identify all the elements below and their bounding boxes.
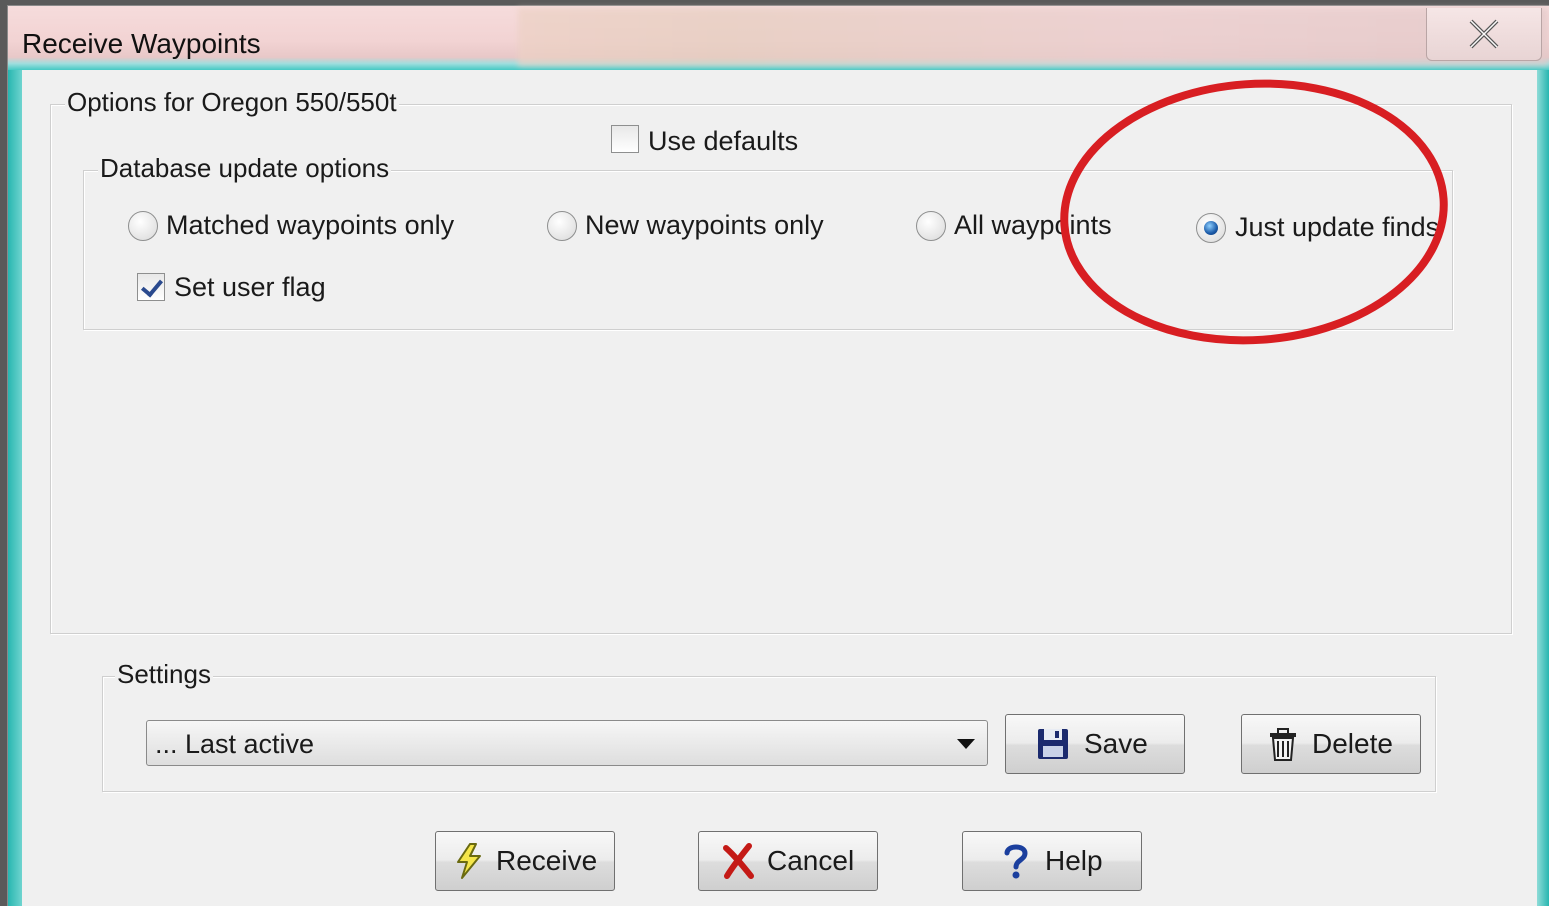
delete-button[interactable]: Delete xyxy=(1241,714,1421,774)
cancel-button-label: Cancel xyxy=(767,845,855,876)
options-group-label: Options for Oregon 550/550t xyxy=(65,87,399,118)
dialog-client-area: Options for Oregon 550/550t Use defaults… xyxy=(22,70,1537,906)
receive-waypoints-window: Receive Waypoints Options for Oregon 550… xyxy=(8,6,1549,906)
close-button[interactable] xyxy=(1426,8,1542,61)
database-update-group: Database update options xyxy=(83,153,1453,330)
save-button[interactable]: Save xyxy=(1005,714,1185,774)
window-title: Receive Waypoints xyxy=(22,28,261,59)
radio-matched-waypoints-label[interactable]: Matched waypoints only xyxy=(166,210,454,241)
set-user-flag-label[interactable]: Set user flag xyxy=(174,272,326,303)
red-x-icon xyxy=(723,843,754,879)
radio-just-update-finds-label[interactable]: Just update finds xyxy=(1235,212,1439,243)
use-defaults-checkbox[interactable] xyxy=(611,125,639,153)
floppy-disk-icon xyxy=(1038,729,1068,759)
settings-select[interactable]: ... Last active xyxy=(146,720,988,766)
database-update-group-label: Database update options xyxy=(98,153,392,184)
trash-can-icon xyxy=(1270,728,1296,761)
window-frame-right xyxy=(1537,70,1549,906)
window-frame-left xyxy=(8,70,22,906)
settings-group-label: Settings xyxy=(115,659,213,690)
radio-all-waypoints[interactable] xyxy=(916,211,946,241)
question-mark-icon xyxy=(1004,844,1028,879)
background-blur xyxy=(518,8,1548,66)
close-icon xyxy=(1469,19,1499,49)
chevron-down-icon[interactable] xyxy=(957,739,975,749)
lightning-icon xyxy=(457,843,481,879)
cancel-button[interactable]: Cancel xyxy=(698,831,878,891)
settings-select-value: ... Last active xyxy=(155,729,315,759)
help-button[interactable]: Help xyxy=(962,831,1142,891)
radio-all-waypoints-label[interactable]: All waypoints xyxy=(954,210,1112,241)
help-button-label: Help xyxy=(1045,845,1103,876)
radio-matched-waypoints[interactable] xyxy=(128,211,158,241)
set-user-flag-checkbox[interactable] xyxy=(137,273,165,301)
receive-button[interactable]: Receive xyxy=(435,831,615,891)
title-bar[interactable]: Receive Waypoints xyxy=(8,6,1549,70)
receive-button-label: Receive xyxy=(496,845,598,876)
radio-just-update-finds[interactable] xyxy=(1196,213,1226,243)
save-button-label: Save xyxy=(1084,728,1148,759)
radio-new-waypoints[interactable] xyxy=(547,211,577,241)
use-defaults-label[interactable]: Use defaults xyxy=(648,126,798,157)
radio-new-waypoints-label[interactable]: New waypoints only xyxy=(585,210,824,241)
delete-button-label: Delete xyxy=(1312,728,1393,759)
